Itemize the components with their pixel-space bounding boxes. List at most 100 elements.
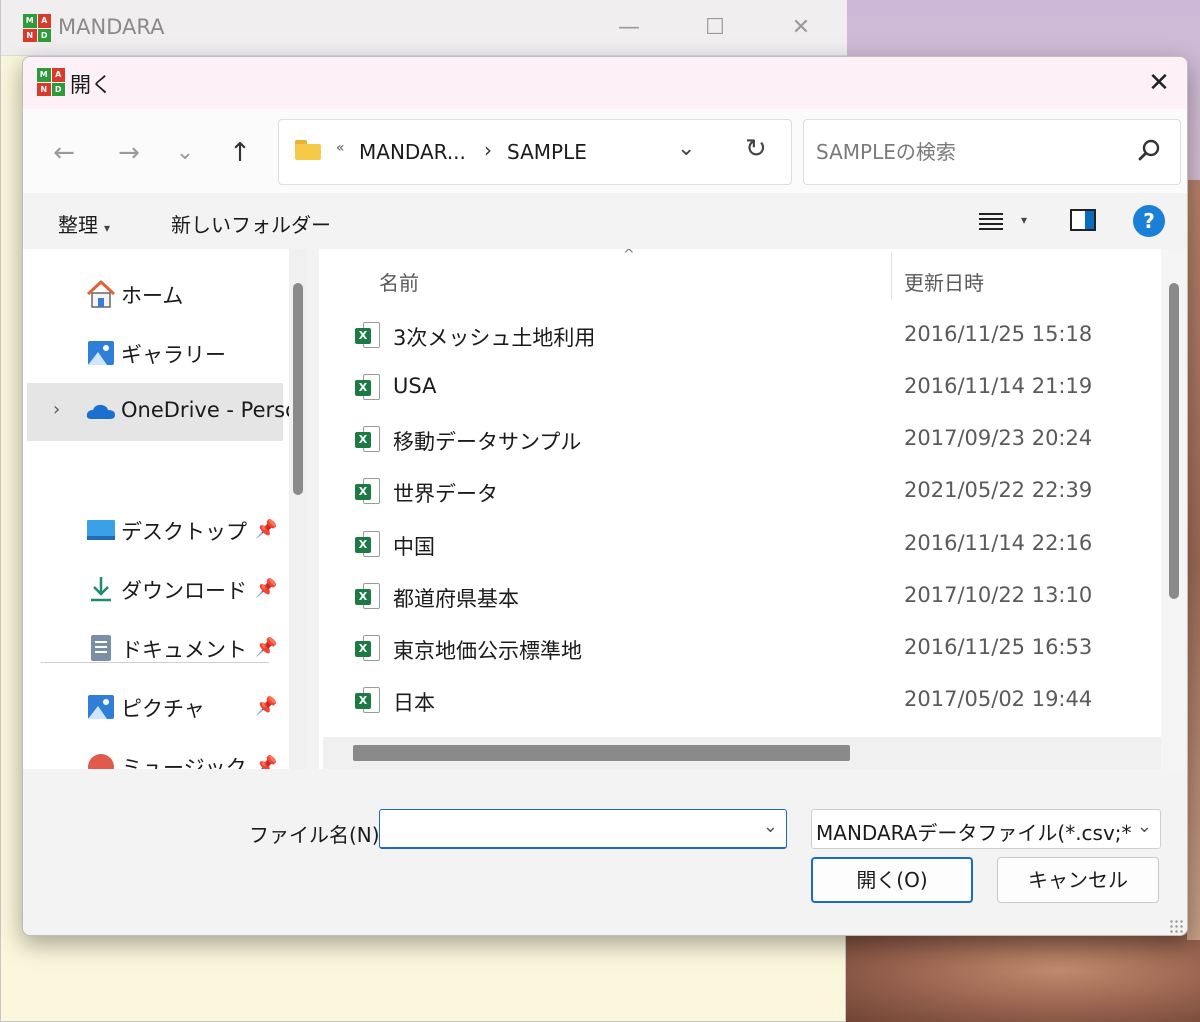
- column-header-name[interactable]: 名前: [379, 267, 419, 296]
- filetype-select[interactable]: MANDARAデータファイル(*.csv;*.mdrj) ⌄: [811, 809, 1161, 849]
- file-modified: 2017/10/22 13:10: [904, 583, 1093, 607]
- help-icon[interactable]: ?: [1133, 205, 1165, 237]
- sidebar-item-label: ホーム: [121, 284, 184, 308]
- pin-icon[interactable]: 📌: [255, 696, 277, 717]
- file-row[interactable]: X 日本 2017/05/02 19:44: [319, 675, 1161, 727]
- refresh-button[interactable]: ↻: [745, 134, 767, 164]
- music-icon: [88, 754, 114, 769]
- file-modified: 2016/11/25 16:53: [904, 635, 1093, 659]
- file-row[interactable]: X USA 2016/11/14 21:19: [319, 362, 1161, 414]
- file-list-horizontal-scrollbar[interactable]: [323, 737, 1161, 769]
- file-row[interactable]: X 3次メッシュ土地利用 2016/11/25 15:18: [319, 310, 1161, 362]
- folder-icon: [295, 140, 321, 160]
- sidebar-item-label: ミュージック: [121, 756, 247, 769]
- pictures-icon: [88, 695, 114, 719]
- file-name: 日本: [393, 691, 435, 715]
- recent-locations-button[interactable]: ⌄: [165, 133, 205, 173]
- file-list: ^ 名前 更新日時 X 3次メッシュ土地利用 2016/11/25 15:18 …: [319, 249, 1161, 769]
- sidebar-item-onedrive[interactable]: › OneDrive - Perso: [27, 383, 298, 441]
- sidebar-item-downloads[interactable]: ダウンロード 📌: [23, 560, 283, 618]
- main-titlebar[interactable]: M A N D MANDARA — ☐ ✕: [1, 0, 847, 56]
- chevron-down-icon[interactable]: ⌄: [1134, 816, 1152, 837]
- sidebar-item-label: ダウンロード: [121, 579, 247, 603]
- file-name: 移動データサンプル: [393, 430, 582, 454]
- excel-csv-file-icon: X: [355, 635, 381, 663]
- organize-button[interactable]: 整理 ▾: [58, 209, 110, 238]
- chevron-down-icon[interactable]: ⌄: [763, 816, 778, 837]
- file-row[interactable]: X 世界データ 2021/05/22 22:39: [319, 466, 1161, 518]
- expand-chevron-icon[interactable]: ›: [53, 399, 60, 420]
- gallery-icon: [88, 341, 114, 365]
- preview-pane-icon[interactable]: [1070, 209, 1096, 231]
- main-close-button[interactable]: ✕: [781, 12, 821, 44]
- minimize-button[interactable]: —: [609, 12, 649, 44]
- navigation-bar: ← → ⌄ ↑ « MANDAR... › SAMPLE ⌄ ↻: [23, 109, 1187, 193]
- filename-label: ファイル名(N):: [249, 823, 387, 847]
- file-list-vertical-scrollbar[interactable]: [1161, 249, 1185, 769]
- navigation-pane: ホーム ギャラリー › OneDrive - Perso デスクトップ 📌 ダウ…: [23, 249, 307, 769]
- pin-icon[interactable]: 📌: [255, 578, 277, 599]
- pin-icon[interactable]: 📌: [255, 519, 277, 540]
- cancel-button[interactable]: キャンセル: [997, 857, 1159, 903]
- file-row[interactable]: X 東京地価公示標準地 2016/11/25 16:53: [319, 623, 1161, 675]
- breadcrumb-separator-icon[interactable]: ›: [484, 138, 492, 162]
- sidebar-scrollbar[interactable]: [289, 249, 307, 769]
- address-dropdown-button[interactable]: ⌄: [677, 136, 695, 161]
- desktop-icon: [87, 520, 115, 540]
- organize-label: 整理: [58, 213, 98, 237]
- filename-combobox[interactable]: ⌄: [379, 809, 787, 849]
- search-input[interactable]: [814, 134, 1124, 170]
- file-name: 都道府県基本: [393, 587, 519, 611]
- maximize-button[interactable]: ☐: [695, 12, 735, 44]
- dialog-close-button[interactable]: ✕: [1137, 65, 1181, 101]
- breadcrumb-sample[interactable]: SAMPLE: [507, 140, 587, 164]
- excel-csv-file-icon: X: [355, 687, 381, 715]
- excel-csv-file-icon: X: [355, 426, 381, 454]
- column-header-modified[interactable]: 更新日時: [904, 267, 984, 296]
- home-icon: [86, 280, 116, 308]
- forward-button[interactable]: →: [109, 133, 149, 173]
- up-button[interactable]: ↑: [220, 133, 260, 173]
- back-button[interactable]: ←: [44, 133, 84, 173]
- file-modified: 2016/11/14 22:16: [904, 531, 1093, 555]
- search-box[interactable]: [803, 119, 1181, 185]
- sidebar-item-pictures[interactable]: ピクチャ 📌: [23, 678, 283, 736]
- open-button[interactable]: 開く(O): [811, 857, 973, 903]
- excel-csv-file-icon: X: [355, 531, 381, 559]
- breadcrumb-mandara[interactable]: MANDAR...: [359, 140, 466, 164]
- resize-grip-icon[interactable]: [1169, 919, 1183, 933]
- sidebar-item-gallery[interactable]: ギャラリー: [23, 324, 283, 382]
- pin-icon[interactable]: 📌: [255, 755, 277, 769]
- desktop-wallpaper-bottom: [845, 935, 1200, 1022]
- view-dropdown-icon[interactable]: ▾: [1021, 213, 1027, 227]
- pin-icon[interactable]: 📌: [255, 637, 277, 658]
- view-options-icon[interactable]: [979, 211, 1003, 231]
- sidebar-item-home[interactable]: ホーム: [23, 265, 283, 323]
- sidebar-scrollbar-thumb[interactable]: [293, 283, 303, 495]
- column-separator[interactable]: [891, 253, 892, 299]
- address-overflow-button[interactable]: «: [336, 140, 345, 156]
- dialog-titlebar[interactable]: M A N D 開く ✕: [23, 57, 1187, 109]
- file-name: USA: [393, 374, 437, 398]
- file-modified: 2017/05/02 19:44: [904, 687, 1093, 711]
- sidebar-item-label: ピクチャ: [121, 697, 205, 721]
- sidebar-item-desktop[interactable]: デスクトップ 📌: [23, 501, 283, 559]
- file-row[interactable]: X 中国 2016/11/14 22:16: [319, 519, 1161, 571]
- desktop-wallpaper-right: [1187, 180, 1200, 940]
- sort-ascending-icon: ^: [623, 249, 635, 263]
- address-bar[interactable]: « MANDAR... › SAMPLE ⌄ ↻: [278, 119, 792, 185]
- vertical-scrollbar-thumb[interactable]: [1169, 283, 1179, 599]
- filename-input[interactable]: [386, 814, 746, 844]
- new-folder-button[interactable]: 新しいフォルダー: [171, 209, 331, 238]
- sidebar-item-music[interactable]: ミュージック 📌: [23, 737, 283, 769]
- file-name: 中国: [393, 535, 435, 559]
- sidebar-item-documents[interactable]: ドキュメント 📌: [23, 619, 283, 677]
- file-row[interactable]: X 移動データサンプル 2017/09/23 20:24: [319, 414, 1161, 466]
- file-row[interactable]: X 都道府県基本 2017/10/22 13:10: [319, 571, 1161, 623]
- chevron-down-icon: ▾: [104, 221, 111, 235]
- horizontal-scrollbar-thumb[interactable]: [353, 745, 850, 761]
- excel-csv-file-icon: X: [355, 322, 381, 350]
- excel-csv-file-icon: X: [355, 583, 381, 611]
- mandara-logo-icon: M A N D: [23, 14, 51, 42]
- search-icon[interactable]: [1134, 136, 1164, 166]
